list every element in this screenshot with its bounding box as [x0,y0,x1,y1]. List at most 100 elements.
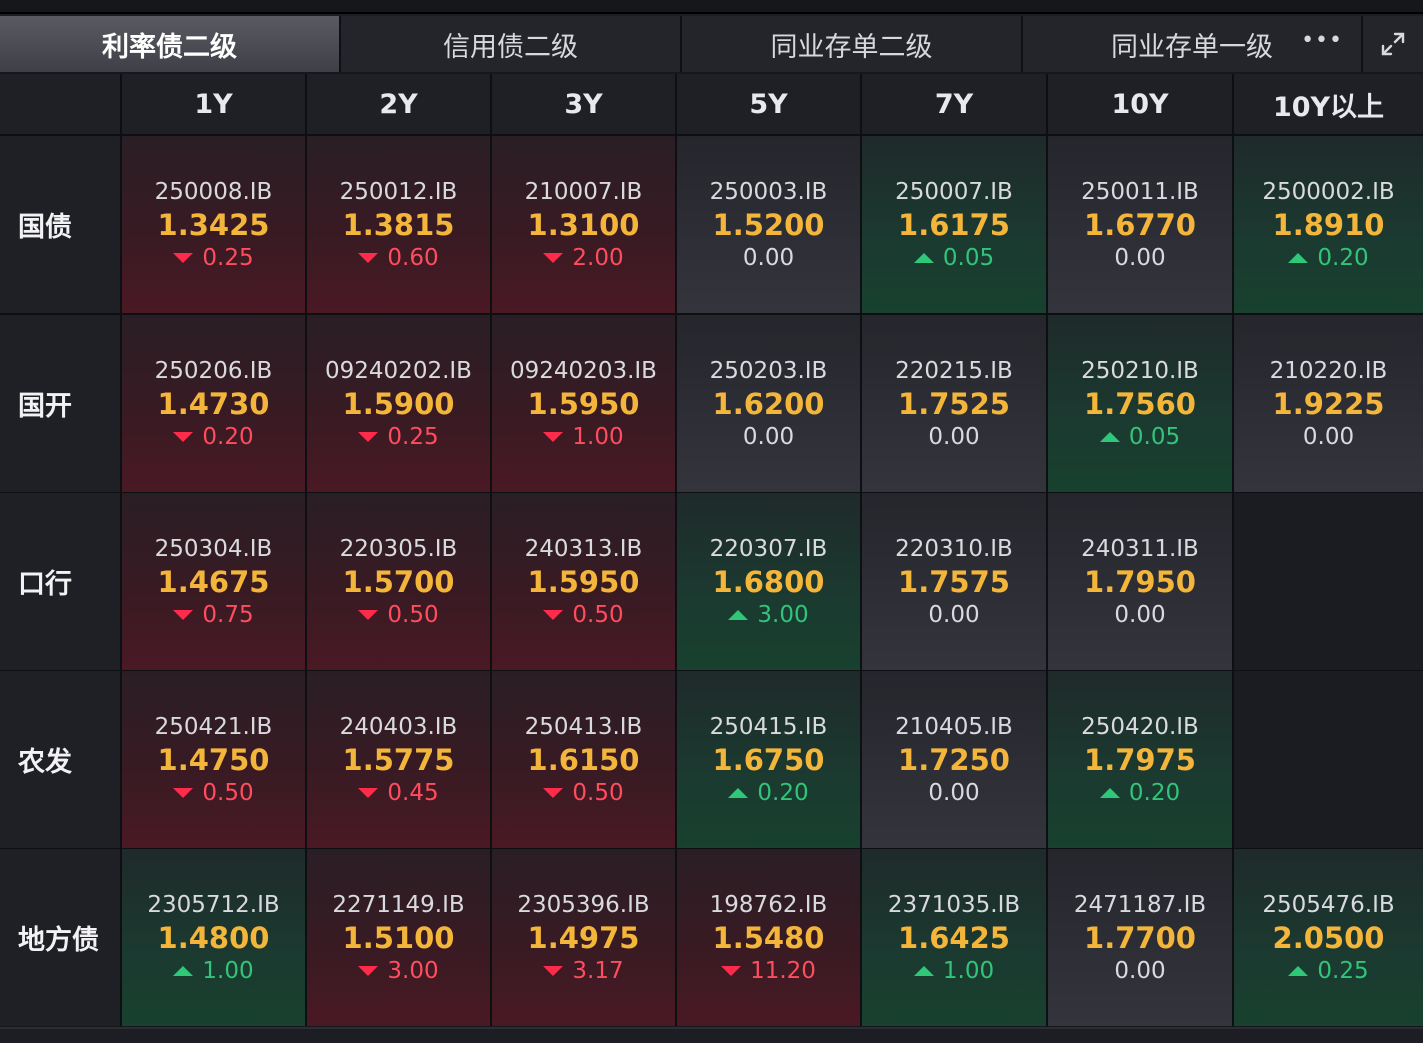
quote-cell[interactable]: 210405.IB 1.7250 0.00 [862,671,1046,848]
quote-cell[interactable]: 250415.IB 1.6750 0.20 [677,671,860,848]
change-value: 2.00 [572,244,624,271]
triangle-down-icon [173,609,194,620]
bond-yield: 1.5100 [342,920,455,955]
tab-label: 利率债二级 [102,31,237,63]
quote-cell[interactable]: 220310.IB 1.7575 0.00 [862,493,1046,670]
quote-cell[interactable]: 09240202.IB 1.5900 0.25 [307,315,490,492]
quote-cell[interactable]: 09240203.IB 1.5950 1.00 [492,315,675,492]
triangle-down-icon [543,431,564,442]
change-value: 0.25 [202,244,254,271]
quote-cell[interactable]: 240403.IB 1.5775 0.45 [307,671,490,848]
change-value: 0.00 [742,423,795,450]
yield-change: 0.25 [173,242,254,274]
yield-change: 3.17 [543,955,624,987]
quote-cell[interactable]: 2371035.IB 1.6425 1.00 [862,849,1046,1026]
yield-change: 0.00 [1114,242,1165,274]
bond-yield: 1.6750 [712,742,825,777]
yield-change: 0.45 [358,777,439,809]
yield-change: 0.00 [928,599,979,631]
bond-yield: 1.4675 [157,564,270,599]
quote-cell[interactable]: 2471187.IB 1.7700 0.00 [1048,849,1232,1026]
triangle-up-icon [1288,252,1309,263]
quote-cell[interactable]: 250007.IB 1.6175 0.05 [862,136,1046,313]
yield-change: 0.60 [358,242,439,274]
tab-ncd-secondary[interactable]: 同业存单二级 [682,16,1023,72]
quote-cell[interactable]: 2271149.IB 1.5100 3.00 [307,849,490,1026]
bond-yield: 1.7950 [1084,564,1196,599]
triangle-down-icon [543,787,564,798]
empty-cell [1234,671,1423,848]
column-header-1y[interactable]: 1Y [122,74,305,134]
bond-code: 220305.IB [339,535,458,562]
column-header-10y以上[interactable]: 10Y以上 [1234,74,1423,134]
quote-cell[interactable]: 210007.IB 1.3100 2.00 [492,136,675,313]
quote-cell[interactable]: 250203.IB 1.6200 0.00 [677,315,860,492]
column-header-2y[interactable]: 2Y [307,74,490,134]
tab-label: 信用债二级 [443,31,578,63]
bond-code: 220215.IB [895,357,1013,384]
quote-cell[interactable]: 210220.IB 1.9225 0.00 [1234,315,1423,492]
bond-code: 250011.IB [1081,178,1199,205]
quote-cell[interactable]: 250206.IB 1.4730 0.20 [122,315,305,492]
tab-rate-bond-secondary[interactable]: 利率债二级 [0,16,341,72]
triangle-down-icon [173,787,194,798]
bond-yield: 1.5900 [342,386,455,421]
column-header-10y[interactable]: 10Y [1048,74,1232,134]
quote-cell[interactable]: 198762.IB 1.5480 11.20 [677,849,860,1026]
bond-yield: 1.7250 [898,742,1010,777]
expand-icon[interactable] [1363,16,1423,72]
quote-cell[interactable]: 250304.IB 1.4675 0.75 [122,493,305,670]
bond-yield: 1.5775 [342,742,455,777]
quote-cell[interactable]: 2305712.IB 1.4800 1.00 [122,849,305,1026]
change-value: 0.05 [942,244,995,271]
quote-cell[interactable]: 250421.IB 1.4750 0.50 [122,671,305,848]
bond-code: 2271149.IB [332,891,465,918]
more-icon[interactable]: ••• [1301,28,1343,53]
quote-cell[interactable]: 250420.IB 1.7975 0.20 [1048,671,1232,848]
yield-change: 0.00 [743,421,794,453]
quote-cell[interactable]: 240311.IB 1.7950 0.00 [1048,493,1232,670]
bond-code: 240311.IB [1081,535,1199,562]
change-value: 0.00 [928,779,980,806]
yield-change: 0.05 [913,242,995,274]
bond-code: 250007.IB [895,178,1013,205]
quote-cell[interactable]: 250413.IB 1.6150 0.50 [492,671,675,848]
row-label: 农发 [0,671,120,848]
bond-code: 2505476.IB [1262,891,1395,918]
row-label: 地方债 [0,849,120,1026]
quote-cell[interactable]: 250210.IB 1.7560 0.05 [1048,315,1232,492]
column-header-7y[interactable]: 7Y [862,74,1046,134]
quote-cell[interactable]: 220215.IB 1.7525 0.00 [862,315,1046,492]
column-header-5y[interactable]: 5Y [677,74,860,134]
bond-yield: 1.9225 [1272,386,1385,421]
quote-cell[interactable]: 220307.IB 1.6800 3.00 [677,493,860,670]
column-header-3y[interactable]: 3Y [492,74,675,134]
yield-change: 3.00 [728,599,809,631]
change-value: 0.75 [202,601,254,628]
yield-change: 0.20 [1099,777,1181,809]
quote-cell[interactable]: 250003.IB 1.5200 0.00 [677,136,860,313]
quote-cell[interactable]: 2305396.IB 1.4975 3.17 [492,849,675,1026]
bond-yield: 1.6175 [898,207,1010,242]
change-value: 0.20 [1128,779,1181,806]
bond-yield: 1.4730 [157,386,270,421]
bond-yield: 1.7560 [1084,386,1196,421]
quote-cell[interactable]: 250011.IB 1.6770 0.00 [1048,136,1232,313]
bond-code: 210405.IB [895,713,1013,740]
bond-yield: 1.5700 [342,564,455,599]
change-value: 0.05 [1128,423,1181,450]
yield-change: 0.05 [1099,421,1181,453]
bond-yield: 1.3100 [527,207,640,242]
bond-code: 09240203.IB [510,357,657,384]
quote-cell[interactable]: 2505476.IB 2.0500 0.25 [1234,849,1423,1026]
quote-cell[interactable]: 250008.IB 1.3425 0.25 [122,136,305,313]
triangle-up-icon [1288,965,1309,976]
tab-credit-bond-secondary[interactable]: 信用债二级 [341,16,682,72]
quote-cell[interactable]: 240313.IB 1.5950 0.50 [492,493,675,670]
bond-code: 250304.IB [154,535,273,562]
tab-ncd-primary[interactable]: 同业存单一级 ••• [1023,16,1363,72]
triangle-up-icon [1099,787,1120,798]
quote-cell[interactable]: 2500002.IB 1.8910 0.20 [1234,136,1423,313]
quote-cell[interactable]: 250012.IB 1.3815 0.60 [307,136,490,313]
quote-cell[interactable]: 220305.IB 1.5700 0.50 [307,493,490,670]
